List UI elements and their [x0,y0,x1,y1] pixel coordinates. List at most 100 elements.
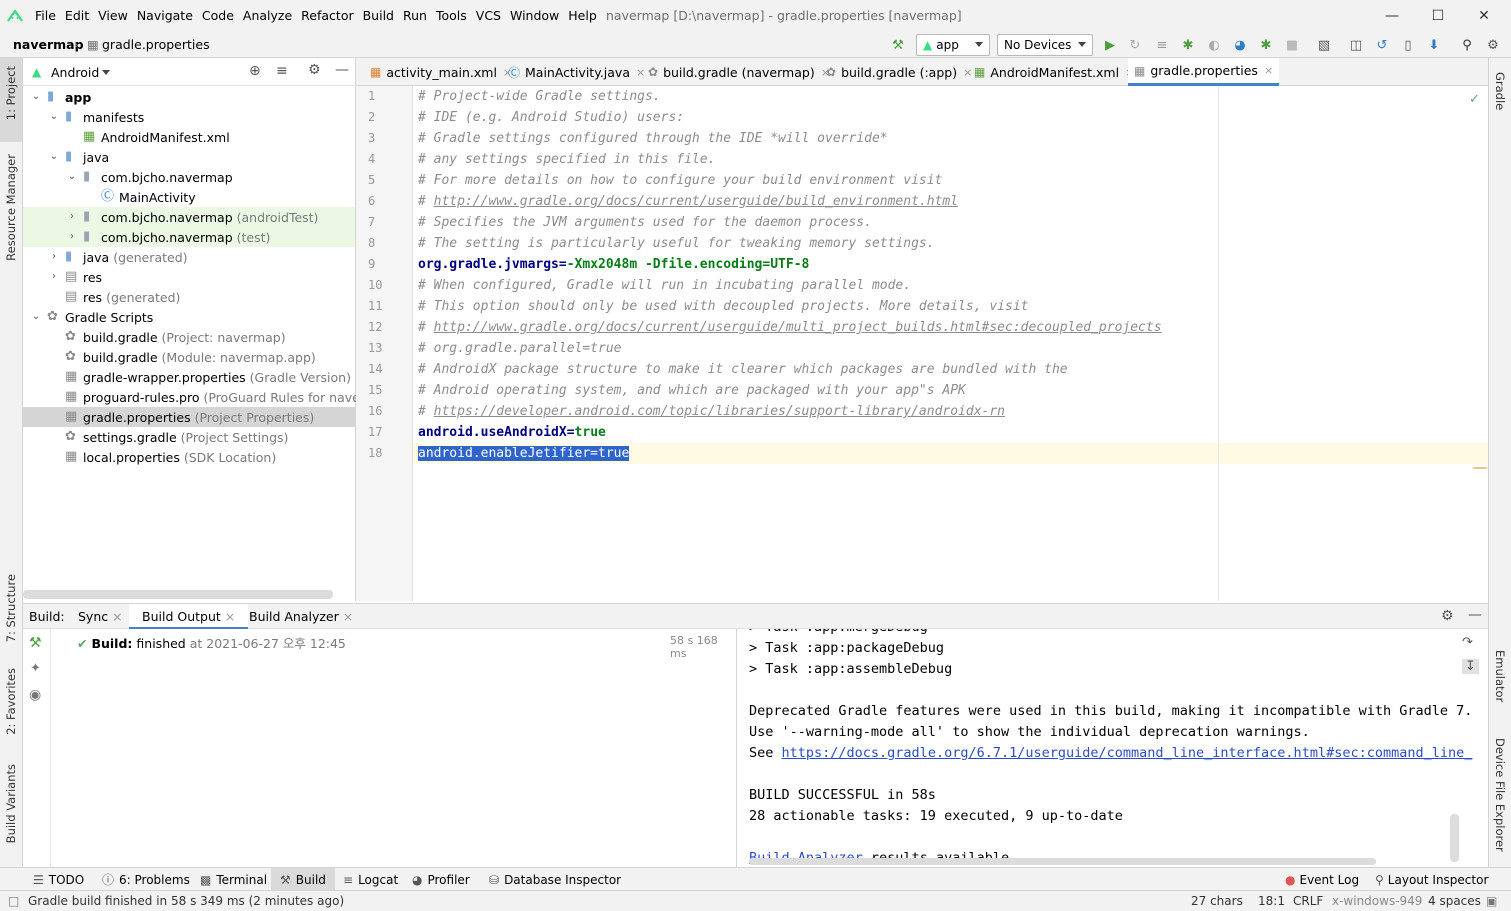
no-problems-check-icon[interactable]: ✓ [1469,92,1480,107]
close-icon[interactable]: × [112,609,122,624]
status-encoding[interactable]: x-windows-949 [1332,894,1422,908]
tree-item[interactable]: ⌄ ▮ manifests [23,107,355,127]
pin-icon[interactable]: ✦ [30,661,41,676]
run-icon[interactable]: ▶ [1101,36,1119,54]
breadcrumb-file[interactable]: gradle.properties [102,37,210,52]
chevron-right-icon[interactable]: › [67,212,77,222]
sdk-manager-icon[interactable]: ⬇ [1425,36,1443,54]
eye-icon[interactable]: ◉ [29,687,41,703]
horizontal-scrollbar[interactable] [23,590,333,599]
profile-icon[interactable]: ◕ [1231,36,1249,54]
tree-item[interactable]: ▦ gradle.properties (Project Properties) [23,407,355,427]
close-icon[interactable]: × [343,609,353,624]
menu-refactor[interactable]: Refactor [301,8,353,23]
close-icon[interactable]: × [225,609,235,624]
soft-wrap-icon[interactable]: ↷ [1462,635,1473,650]
debug-icon[interactable]: ✱ [1179,36,1197,54]
tree-item[interactable]: › ▮ java (generated) [23,247,355,267]
comment-link[interactable]: http://www.gradle.org/docs/current/userg… [434,194,958,209]
tab-device-file-explorer[interactable]: Device File Explorer [1493,738,1507,852]
tab-structure[interactable]: 7: Structure [4,574,18,642]
panel-settings-icon[interactable]: ⚙ [308,62,321,78]
tree-item[interactable]: ⌄ ▮ java [23,147,355,167]
tab-build-output[interactable]: Build Output × [129,604,249,630]
editor-tab[interactable]: Ⓒ MainActivity.java × [502,58,651,86]
tree-item[interactable]: ▦ proguard-rules.pro (ProGuard Rules for … [23,387,404,407]
device-select[interactable]: No Devices [997,34,1093,56]
menu-run[interactable]: Run [403,8,427,23]
build-hammer-icon[interactable]: ⚒ [29,635,42,651]
menu-edit[interactable]: Edit [65,8,89,23]
minimize-button[interactable]: — [1369,0,1415,32]
tree-item[interactable]: › ▤ res [23,267,355,287]
status-line-separator[interactable]: CRLF [1293,894,1323,908]
menu-vcs[interactable]: VCS [476,8,501,23]
tab-terminal[interactable]: ▩ Terminal [200,868,267,891]
tree-item[interactable]: › ▮ com.bjcho.navermap (test) [23,227,355,247]
apply-code-changes-icon[interactable]: ≡ [1153,36,1171,54]
gradle-sync-icon[interactable]: ↺ [1373,36,1391,54]
tab-profiler[interactable]: ◕ Profiler [412,868,470,891]
tree-item[interactable]: ⌄ ✿ Gradle Scripts [23,307,355,327]
menu-view[interactable]: View [98,8,128,23]
status-message[interactable]: Gradle build finished in 58 s 349 ms (2 … [28,894,344,908]
stop-icon[interactable]: ■ [1283,36,1301,54]
tree-item[interactable]: ▤ res (generated) [23,287,355,307]
tab-build-analyzer[interactable]: Build Analyzer × [249,609,353,624]
chevron-down-icon[interactable]: ⌄ [31,312,41,322]
tree-item[interactable]: ▦ AndroidManifest.xml [23,127,355,147]
view-mode-dropdown-icon[interactable] [102,70,110,75]
tree-item[interactable]: ⌄ ▮ app [23,87,355,107]
comment-link[interactable]: https://developer.android.com/topic/libr… [434,404,1005,419]
make-project-hammer-icon[interactable]: ⚒ [889,36,907,54]
breadcrumb-project[interactable]: navermap [13,37,84,52]
tab-todo[interactable]: ☰ TODO [33,868,84,891]
menu-window[interactable]: Window [510,8,559,23]
tab-gradle[interactable]: Gradle [1493,72,1507,110]
editor-tab[interactable]: ▦AndroidManifest.xml× [968,58,1140,86]
chevron-down-icon[interactable]: ⌄ [67,172,77,182]
editor-tab[interactable]: ▦ gradle.properties × [1128,58,1280,86]
console-horizontal-scrollbar[interactable] [749,858,1376,865]
tree-item[interactable]: › ▮ com.bjcho.navermap (androidTest) [23,207,355,227]
settings-icon[interactable]: ⚙ [1484,36,1502,54]
build-status-row[interactable]: ✔ Build: finished at 2021-06-27 오후 12:45 [77,633,346,652]
status-toggle-icon[interactable]: □ [8,894,19,908]
console-vertical-scrollbar[interactable] [1450,814,1459,862]
tab-build-variants[interactable]: Build Variants [4,764,18,843]
editor-tab[interactable]: ✿ build.gradle (:app) × [820,58,978,86]
tab-build[interactable]: ⚒ Build [271,868,335,891]
tab-database-inspector[interactable]: ⛁ Database Inspector [489,868,621,891]
apply-changes-icon[interactable]: ↻ [1126,36,1144,54]
chevron-down-icon[interactable]: ⌄ [49,152,59,162]
gradle-docs-link[interactable]: https://docs.gradle.org/6.7.1/userguide/… [782,745,1473,761]
chevron-down-icon[interactable]: ⌄ [49,112,59,122]
menu-navigate[interactable]: Navigate [137,8,193,23]
hide-build-panel-icon[interactable]: — [1468,607,1482,623]
menu-tools[interactable]: Tools [436,8,467,23]
comment-link[interactable]: http://www.gradle.org/docs/current/userg… [434,320,1162,335]
tab-sync[interactable]: Sync × [78,609,123,624]
hide-panel-icon[interactable]: — [335,62,349,78]
coverage-icon[interactable]: ◐ [1205,36,1223,54]
tab-event-log[interactable]: ● Event Log [1285,868,1359,891]
maximize-button[interactable]: ☐ [1415,0,1461,32]
close-tab-icon[interactable]: × [1264,64,1273,77]
attach-debugger-icon[interactable]: ✱ [1257,36,1275,54]
menu-code[interactable]: Code [202,8,234,23]
tab-favorites[interactable]: 2: Favorites [4,668,18,735]
code-editor[interactable]: ✓ # Project-wide Gradle settings. # IDE (… [413,86,1488,601]
search-icon[interactable]: ⚲ [1458,36,1476,54]
menu-build[interactable]: Build [363,8,394,23]
project-structure-icon[interactable]: ▧ [1315,36,1333,54]
tree-item[interactable]: ▦ gradle-wrapper.properties (Gradle Versi… [23,367,355,387]
tab-layout-inspector[interactable]: ⚲ Layout Inspector [1375,868,1488,891]
status-indent[interactable]: 4 spaces [1428,894,1481,908]
collapse-all-icon[interactable]: ≡ [276,63,288,79]
scroll-to-end-icon[interactable]: ↧ [1462,659,1479,674]
tree-item[interactable]: ✿ build.gradle (Module: navermap.app) [23,347,355,367]
lock-icon[interactable]: ▣ [1486,894,1497,908]
chevron-down-icon[interactable]: ⌄ [31,92,41,102]
close-window-button[interactable]: ✕ [1461,0,1507,32]
tree-item[interactable]: ⌄ ▮ com.bjcho.navermap [23,167,355,187]
